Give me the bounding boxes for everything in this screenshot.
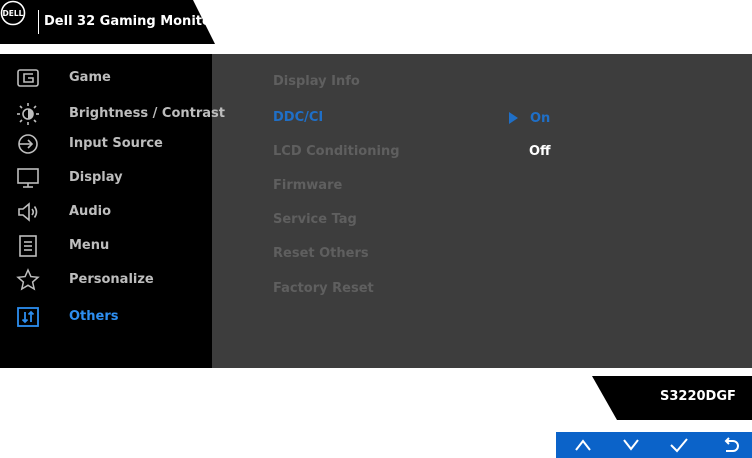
submenu-item-ddc-ci[interactable]: DDC/CI	[273, 110, 323, 125]
sidebar-item-input-source[interactable]: Input Source	[0, 127, 212, 161]
submenu-item-firmware[interactable]: Firmware	[273, 178, 342, 193]
up-button[interactable]	[568, 432, 598, 458]
menu-icon	[19, 235, 37, 257]
sidebar-item-audio[interactable]: Audio	[0, 195, 212, 229]
back-button[interactable]	[716, 432, 746, 458]
brightness-icon	[17, 103, 39, 125]
sidebar-item-game[interactable]: Game	[0, 61, 212, 95]
sidebar-item-personalize[interactable]: Personalize	[0, 263, 212, 297]
sidebar-item-display[interactable]: Display	[0, 161, 212, 195]
back-icon	[724, 437, 739, 452]
option-on[interactable]: On	[530, 111, 550, 126]
game-icon	[17, 69, 39, 87]
sidebar-item-menu[interactable]: Menu	[0, 229, 212, 263]
others-icon	[17, 307, 39, 327]
submenu-item-factory-reset[interactable]: Factory Reset	[273, 281, 374, 296]
svg-text:DELL: DELL	[3, 9, 24, 18]
submenu-item-lcd-conditioning[interactable]: LCD Conditioning	[273, 144, 400, 159]
monitor-title: Dell 32 Gaming Monitor	[44, 14, 218, 29]
option-off[interactable]: Off	[529, 144, 551, 159]
down-button[interactable]	[616, 432, 646, 458]
model-name: S3220DGF	[660, 389, 736, 404]
input-source-icon	[18, 134, 38, 154]
title-separator	[38, 10, 39, 34]
submenu-item-display-info[interactable]: Display Info	[273, 74, 360, 89]
sidebar-item-brightness-contrast[interactable]: Brightness / Contrast	[0, 97, 225, 131]
submenu-item-service-tag[interactable]: Service Tag	[273, 212, 357, 227]
star-icon	[16, 268, 40, 291]
audio-icon	[18, 202, 38, 222]
confirm-button[interactable]	[664, 432, 694, 458]
up-arrow-icon	[575, 439, 591, 451]
button-bar	[556, 432, 752, 458]
dell-logo: DELL	[0, 0, 26, 26]
sidebar-item-others[interactable]: Others	[0, 300, 212, 334]
title-tab: DELL Dell 32 Gaming Monitor	[0, 0, 218, 44]
display-icon	[17, 168, 39, 188]
selection-arrow-icon	[509, 112, 518, 124]
checkmark-icon	[670, 438, 688, 453]
submenu-item-reset-others[interactable]: Reset Others	[273, 246, 369, 261]
down-arrow-icon	[623, 439, 639, 451]
